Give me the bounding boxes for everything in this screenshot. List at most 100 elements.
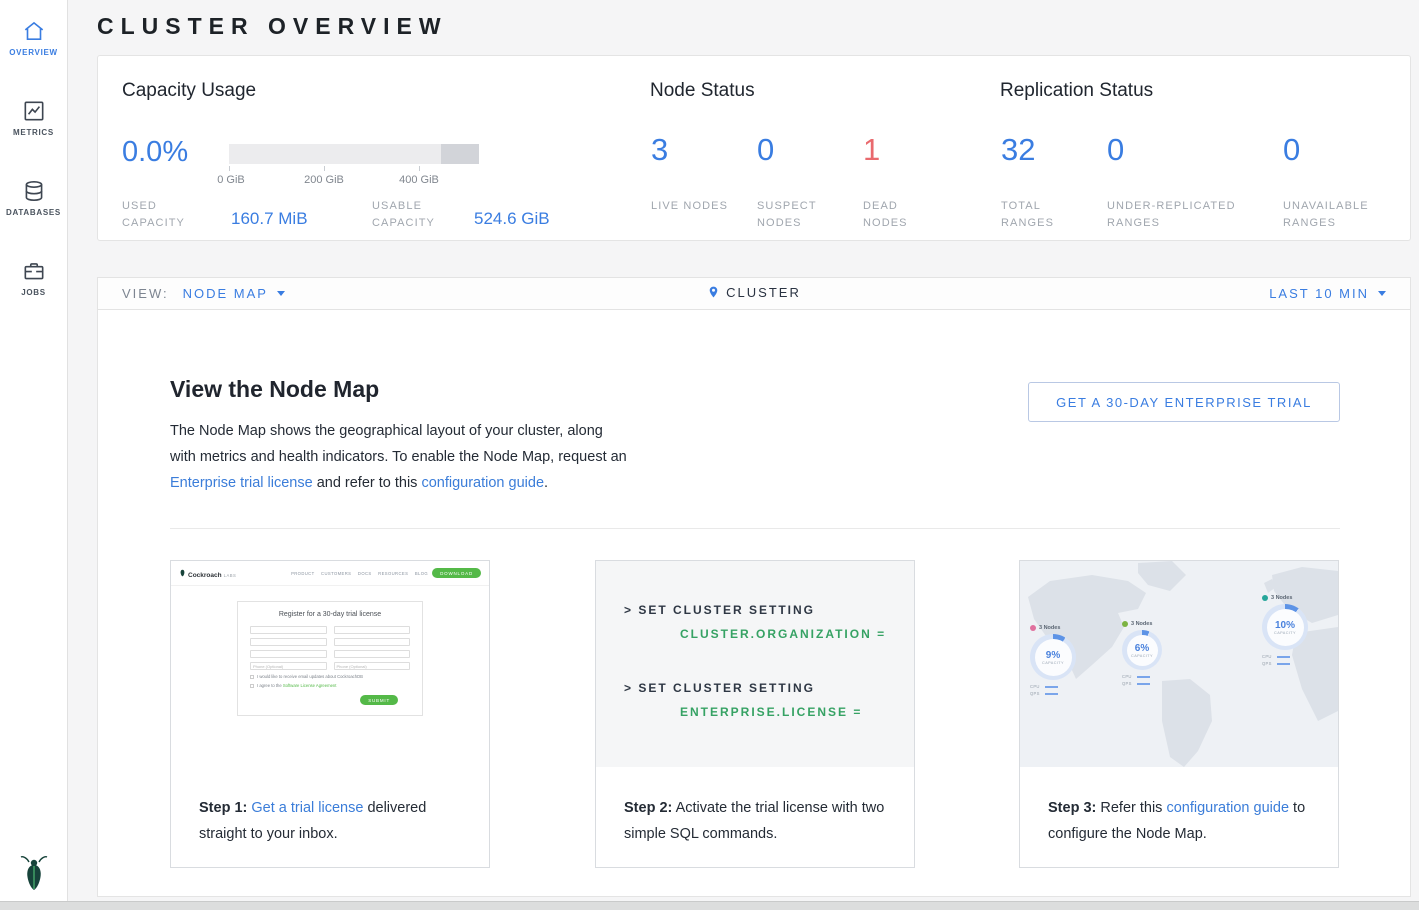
- unavailable-ranges-value: 0: [1283, 132, 1300, 168]
- mini-site-nav: PRODUCT CUSTOMERS DOCS RESOURCES BLOG: [291, 571, 428, 576]
- sql-setting: ENTERPRISE.LICENSE =: [680, 705, 862, 719]
- chevron-down-icon: [1378, 291, 1386, 296]
- capacity-tick-label: 0 GiB: [217, 174, 245, 186]
- capacity-tick-label: 400 GiB: [399, 174, 439, 186]
- capacity-bar-segment: [441, 144, 479, 164]
- mini-form-input-phone: Phone (Optional): [250, 662, 327, 670]
- locality-dot-icon: [1122, 621, 1128, 627]
- dead-nodes-value: 1: [863, 132, 880, 168]
- mini-form-checkbox-row: I would like to receive email updates ab…: [250, 674, 410, 679]
- cluster-overview-page: OVERVIEW METRICS DATABASES JOBS: [0, 0, 1419, 910]
- cluster-breadcrumb-label: CLUSTER: [726, 285, 801, 300]
- mini-checkbox-label: I agree to the Software License Agreemen…: [257, 683, 336, 688]
- usable-capacity-value: 524.6 GiB: [474, 209, 550, 229]
- capacity-tick: [419, 166, 420, 171]
- view-label: VIEW:: [122, 286, 169, 301]
- sql-prompt: > SET CLUSTER SETTING: [624, 681, 815, 695]
- region-capacity-percent: 9%: [1042, 650, 1064, 661]
- mini-form-input-phone: Phone (Optional): [334, 662, 411, 670]
- mini-site-logo: Cockroach LABS: [179, 568, 236, 579]
- mini-trial-form: Register for a 30-day trial license Phon…: [237, 601, 423, 716]
- mini-form-checkbox-row: I agree to the Software License Agreemen…: [250, 683, 410, 688]
- configuration-guide-link[interactable]: configuration guide: [421, 475, 544, 491]
- node-map-description: The Node Map shows the geographical layo…: [170, 418, 632, 496]
- mini-site-brand-suffix: LABS: [224, 573, 237, 578]
- sidebar-item-label: JOBS: [0, 288, 67, 297]
- sidebar-item-databases[interactable]: DATABASES: [0, 178, 67, 217]
- view-selector-dropdown[interactable]: NODE MAP: [183, 286, 285, 301]
- step3-node-map-preview: 3 Nodes 9% CAPACITY CPU QPS: [1020, 561, 1338, 767]
- sidebar-item-overview[interactable]: OVERVIEW: [0, 18, 67, 57]
- capacity-usage-title: Capacity Usage: [122, 80, 256, 102]
- sidebar: OVERVIEW METRICS DATABASES JOBS: [0, 0, 68, 910]
- description-text: and refer to this: [317, 475, 418, 491]
- step3-card: 3 Nodes 9% CAPACITY CPU QPS: [1019, 560, 1339, 868]
- mini-form-input: [250, 650, 327, 658]
- capacity-percent: 0.0%: [122, 136, 188, 169]
- mini-site-brand: Cockroach: [188, 572, 222, 579]
- locality-dot-icon: [1030, 625, 1036, 631]
- mini-submit-button: SUBMIT: [360, 695, 398, 705]
- capacity-bar: [229, 144, 479, 164]
- enterprise-trial-license-link[interactable]: Enterprise trial license: [170, 475, 313, 491]
- step2-label: Step 2:: [624, 800, 672, 816]
- region-stats: CPU QPS: [1122, 674, 1162, 686]
- jobs-icon: [21, 258, 47, 284]
- view-selector-value: NODE MAP: [183, 286, 268, 301]
- used-capacity-value: 160.7 MiB: [231, 209, 308, 229]
- suspect-nodes-label: SUSPECT NODES: [757, 198, 837, 232]
- mini-form-input: [334, 650, 411, 658]
- mini-site-header: Cockroach LABS PRODUCT CUSTOMERS DOCS RE…: [171, 561, 489, 586]
- step3-caption: Step 3: Refer this configuration guide t…: [1020, 767, 1338, 847]
- mini-form-input: [334, 638, 411, 646]
- step3-text: Refer this: [1100, 800, 1162, 816]
- sidebar-item-jobs[interactable]: JOBS: [0, 258, 67, 297]
- databases-icon: [21, 178, 47, 204]
- step1-card: Cockroach LABS PRODUCT CUSTOMERS DOCS RE…: [170, 560, 490, 868]
- checkbox-icon: [250, 684, 254, 688]
- sql-setting: CLUSTER.ORGANIZATION =: [680, 627, 886, 641]
- capacity-tick-label: 200 GiB: [304, 174, 344, 186]
- cockroach-bug-logo: [0, 853, 67, 896]
- mini-checkbox-label: I would like to receive email updates ab…: [257, 674, 363, 679]
- region-stats: CPU QPS: [1030, 684, 1076, 696]
- description-text: .: [544, 475, 548, 491]
- mini-form-input: [334, 626, 411, 634]
- replication-status-title: Replication Status: [1000, 80, 1153, 102]
- capacity-donut: 6% CAPACITY: [1122, 630, 1162, 670]
- configuration-guide-link[interactable]: configuration guide: [1166, 800, 1289, 816]
- cockroach-bug-icon: [179, 568, 186, 577]
- sql-prompt: > SET CLUSTER SETTING: [624, 603, 815, 617]
- node-map-title: View the Node Map: [170, 376, 379, 403]
- mini-download-button: DOWNLOAD: [432, 568, 481, 578]
- capacity-donut: 9% CAPACITY: [1030, 634, 1076, 680]
- cluster-summary-card: Capacity Usage 0.0% 0 GiB 200 GiB 400 Gi…: [97, 55, 1411, 241]
- map-region-1: 3 Nodes 9% CAPACITY CPU QPS: [1030, 625, 1076, 696]
- horizontal-scrollbar[interactable]: [0, 901, 1419, 910]
- mini-form-fields: Phone (Optional) Phone (Optional): [250, 626, 410, 670]
- region-capacity-label: CAPACITY: [1042, 661, 1064, 665]
- step1-caption: Step 1: Get a trial license delivered st…: [171, 767, 489, 847]
- get-trial-license-link[interactable]: Get a trial license: [251, 800, 363, 816]
- mini-form-input: [250, 638, 327, 646]
- region-capacity-percent: 6%: [1131, 643, 1153, 654]
- mini-form-title: Register for a 30-day trial license: [250, 611, 410, 618]
- sidebar-item-metrics[interactable]: METRICS: [0, 98, 67, 137]
- get-enterprise-trial-button[interactable]: GET A 30-DAY ENTERPRISE TRIAL: [1028, 382, 1340, 422]
- time-range-value: LAST 10 MIN: [1269, 286, 1369, 301]
- description-text: The Node Map shows the geographical layo…: [170, 423, 627, 465]
- step1-screenshot: Cockroach LABS PRODUCT CUSTOMERS DOCS RE…: [171, 561, 489, 767]
- time-range-dropdown[interactable]: LAST 10 MIN: [1269, 286, 1386, 301]
- sidebar-item-label: OVERVIEW: [0, 48, 67, 57]
- capacity-tick: [229, 166, 230, 171]
- live-nodes-label: LIVE NODES: [651, 198, 731, 215]
- mini-form-submit-row: SUBMIT: [250, 695, 410, 705]
- region-capacity-label: CAPACITY: [1274, 631, 1296, 635]
- step1-label: Step 1:: [199, 800, 247, 816]
- map-region-3: 3 Nodes 10% CAPACITY CPU QPS: [1262, 595, 1308, 666]
- node-map-panel: View the Node Map The Node Map shows the…: [97, 310, 1411, 897]
- under-replicated-ranges-value: 0: [1107, 132, 1124, 168]
- live-nodes-value: 3: [651, 132, 668, 168]
- suspect-nodes-value: 0: [757, 132, 774, 168]
- node-status-title: Node Status: [650, 80, 755, 102]
